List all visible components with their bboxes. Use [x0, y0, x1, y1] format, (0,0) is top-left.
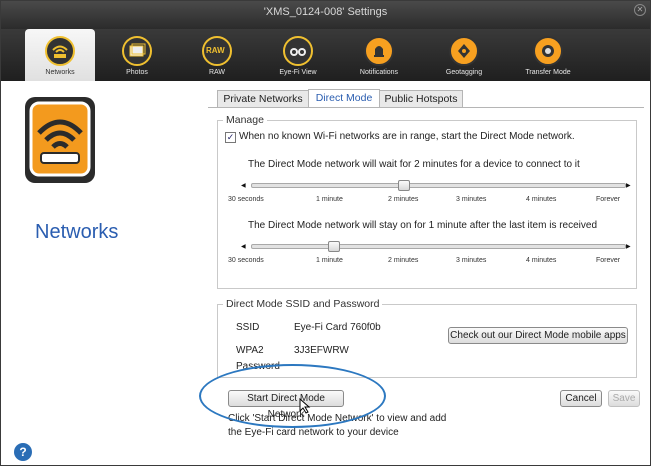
- photos-icon: [122, 36, 152, 66]
- slider2-tick: Forever: [596, 257, 621, 264]
- toolbar-label: Geotagging: [445, 69, 483, 76]
- slider1-tick: Forever: [596, 196, 621, 203]
- slider1-right-arrow-icon[interactable]: ▶: [626, 182, 631, 189]
- slider2-track[interactable]: [251, 244, 626, 249]
- ssid-label: SSID: [236, 322, 260, 333]
- slider2-tick: 4 minutes: [526, 257, 557, 264]
- toolbar-label: Eye-Fi View: [279, 69, 317, 76]
- manage-legend: Manage: [223, 114, 267, 126]
- wifi-router-icon: [45, 36, 75, 66]
- slider1-tick: 2 minutes: [388, 196, 419, 203]
- wpa-label: WPA2: [236, 345, 264, 356]
- slider2-tick: 2 minutes: [388, 257, 419, 264]
- ssid-legend: Direct Mode SSID and Password: [223, 298, 383, 310]
- toolbar-item-networks[interactable]: Networks: [25, 29, 95, 81]
- slider1-left-arrow-icon[interactable]: ◀: [241, 182, 246, 189]
- cancel-button[interactable]: Cancel: [560, 390, 602, 407]
- raw-badge: RAW: [206, 46, 225, 55]
- slider1-track[interactable]: [251, 183, 626, 188]
- toolbar-item-notifications[interactable]: Notifications: [343, 29, 415, 81]
- checkbox-label: When no known Wi-Fi networks are in rang…: [239, 131, 575, 142]
- manage-group: [217, 120, 637, 289]
- wpa-value: 3J3EFWRW: [294, 345, 349, 356]
- hint-text-line2: the Eye-Fi card network to your device: [228, 427, 399, 438]
- slider2-right-arrow-icon[interactable]: ▶: [626, 243, 631, 250]
- toolbar-item-eye-fi-view[interactable]: Eye-Fi View: [267, 29, 329, 81]
- slider1-tick: 3 minutes: [456, 196, 487, 203]
- slider1-tick: 4 minutes: [526, 196, 557, 203]
- mobile-apps-button[interactable]: Check out our Direct Mode mobile apps: [448, 327, 628, 344]
- toolbar-label: Photos: [126, 69, 148, 76]
- slider1-thumb[interactable]: [398, 180, 410, 191]
- help-icon[interactable]: ?: [14, 443, 32, 461]
- tab-private-networks[interactable]: Private Networks: [217, 90, 309, 107]
- tab-public-hotspots[interactable]: Public Hotspots: [379, 90, 463, 107]
- category-toolbar: Networks Photos RAW RAW Eye-Fi View Noti…: [1, 29, 650, 81]
- slider2-tick: 3 minutes: [456, 257, 487, 264]
- toolbar-label: RAW: [208, 69, 226, 76]
- transfer-mode-icon: [533, 36, 563, 66]
- ssid-value: Eye-Fi Card 760f0b: [294, 322, 381, 333]
- sidebar: Networks ?: [1, 81, 208, 465]
- slider1-tick: 1 minute: [316, 196, 343, 203]
- toolbar-item-geotagging[interactable]: Geotagging: [429, 29, 499, 81]
- toolbar-label: Transfer Mode: [525, 69, 571, 76]
- start-direct-mode-checkbox[interactable]: ✓: [225, 132, 236, 143]
- slider2-thumb[interactable]: [328, 241, 340, 252]
- title-bar: 'XMS_0124-008' Settings ✕: [1, 1, 650, 29]
- geotag-icon: [449, 36, 479, 66]
- networks-large-icon: [23, 93, 99, 185]
- window-title: 'XMS_0124-008' Settings: [263, 6, 388, 18]
- slider2-tick: 30 seconds: [228, 257, 264, 264]
- slider1-tick: 30 seconds: [228, 196, 264, 203]
- slider2-left-arrow-icon[interactable]: ◀: [241, 243, 246, 250]
- bell-icon: [364, 36, 394, 66]
- slider1-description: The Direct Mode network will wait for 2 …: [248, 159, 580, 170]
- slider2-tick: 1 minute: [316, 257, 343, 264]
- slider2-description: The Direct Mode network will stay on for…: [248, 220, 598, 231]
- raw-icon: RAW: [202, 36, 232, 66]
- highlight-oval: [199, 364, 386, 428]
- eye-fi-view-icon: [283, 36, 313, 66]
- save-button[interactable]: Save: [608, 390, 640, 407]
- toolbar-item-photos[interactable]: Photos: [106, 29, 168, 81]
- toolbar-item-transfer-mode[interactable]: Transfer Mode: [511, 29, 585, 81]
- toolbar-label: Notifications: [359, 69, 399, 76]
- close-icon[interactable]: ✕: [634, 4, 646, 16]
- tab-direct-mode[interactable]: Direct Mode: [308, 89, 380, 108]
- toolbar-item-raw[interactable]: RAW RAW: [186, 29, 248, 81]
- toolbar-label: Networks: [45, 69, 75, 76]
- page-title: Networks: [35, 221, 119, 243]
